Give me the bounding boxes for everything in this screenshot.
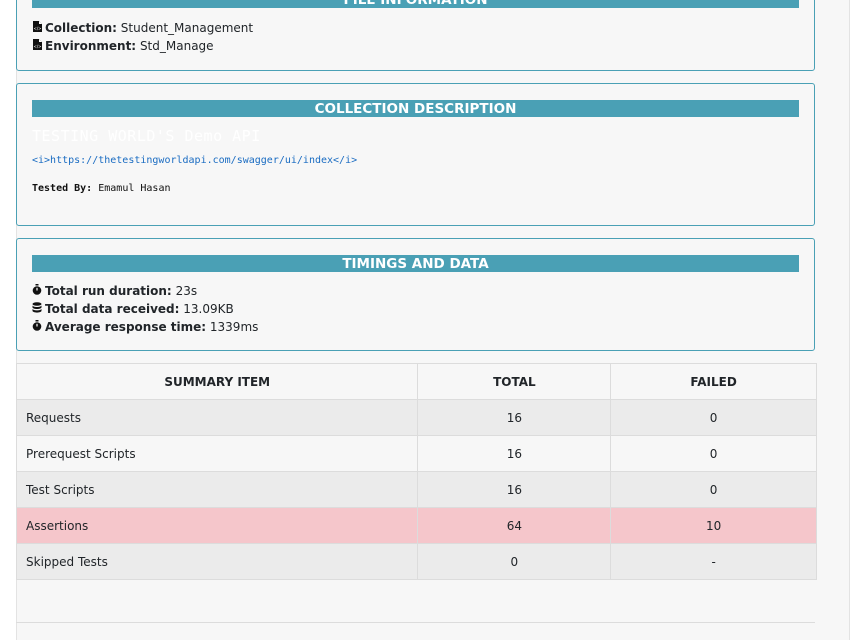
bottom-divider [16, 622, 815, 623]
summary-header-row: SUMMARY ITEM TOTAL FAILED [15, 363, 817, 400]
total-cell: 0 [417, 543, 612, 580]
timings-header: TIMINGS AND DATA [32, 255, 799, 272]
summary-item-cell: Skipped Tests [15, 543, 419, 580]
avg-response-label: Average response time: [45, 320, 207, 334]
failed-cell: 0 [610, 435, 817, 472]
table-row-failed: Assertions 64 10 [15, 507, 817, 544]
collection-link[interactable]: <i>https://thetestingworldapi.com/swagge… [32, 155, 357, 166]
total-cell: 16 [417, 471, 612, 508]
timings-card: TIMINGS AND DATA Total run duration: 23s… [16, 238, 815, 351]
failed-cell: 0 [610, 471, 817, 508]
tested-by-label: Tested By: [32, 183, 93, 194]
environment-line: </> Environment: Std_Manage [32, 39, 214, 53]
total-cell: 64 [417, 507, 612, 544]
summary-table: SUMMARY ITEM TOTAL FAILED Requests 16 0 … [15, 363, 817, 580]
data-received-value: 13.09KB [183, 302, 234, 316]
col-summary-item: SUMMARY ITEM [15, 363, 419, 400]
failed-cell: - [610, 543, 817, 580]
run-duration-label: Total run duration: [45, 284, 172, 298]
summary-item-cell: Test Scripts [15, 471, 419, 508]
col-failed: FAILED [610, 363, 817, 400]
summary-item-cell: Prerequest Scripts [15, 435, 419, 472]
environment-label: Environment: [45, 39, 137, 53]
summary-item-cell: Requests [15, 399, 419, 436]
collection-title: TESTING WORLD'S Demo API [32, 127, 261, 145]
file-code-icon: </> [32, 21, 42, 35]
collection-value: Student_Management [120, 21, 254, 35]
environment-value: Std_Manage [139, 39, 214, 53]
file-code-icon: </> [32, 39, 42, 53]
run-duration-line: Total run duration: 23s [32, 284, 197, 298]
total-cell: 16 [417, 435, 612, 472]
data-received-line: Total data received: 13.09KB [32, 302, 234, 316]
collection-description-card: COLLECTION DESCRIPTION TESTING WORLD'S D… [16, 83, 815, 226]
summary-item-cell: Assertions [15, 507, 419, 544]
table-row: Prerequest Scripts 16 0 [15, 435, 817, 472]
collection-line: </> Collection: Student_Management [32, 21, 253, 35]
svg-text:</>: </> [33, 44, 41, 49]
data-received-label: Total data received: [45, 302, 180, 316]
failed-cell: 0 [610, 399, 817, 436]
table-row: Test Scripts 16 0 [15, 471, 817, 508]
stopwatch-icon [32, 284, 42, 298]
file-information-card: FILE INFORMATION </> Collection: Student… [16, 0, 815, 71]
database-icon [32, 302, 42, 316]
table-row: Requests 16 0 [15, 399, 817, 436]
tested-by-line: Tested By: Emamul Hasan [32, 183, 171, 194]
tested-by-value: Emamul Hasan [98, 183, 171, 194]
file-information-header: FILE INFORMATION [32, 0, 799, 8]
svg-text:</>: </> [33, 26, 41, 31]
collection-label: Collection: [45, 21, 117, 35]
total-cell: 16 [417, 399, 612, 436]
run-duration-value: 23s [175, 284, 198, 298]
avg-response-value: 1339ms [209, 320, 259, 334]
avg-response-line: Average response time: 1339ms [32, 320, 258, 334]
table-row: Skipped Tests 0 - [15, 543, 817, 580]
failed-cell: 10 [610, 507, 817, 544]
stopwatch-icon [32, 320, 42, 334]
col-total: TOTAL [417, 363, 612, 400]
collection-description-header: COLLECTION DESCRIPTION [32, 100, 799, 117]
